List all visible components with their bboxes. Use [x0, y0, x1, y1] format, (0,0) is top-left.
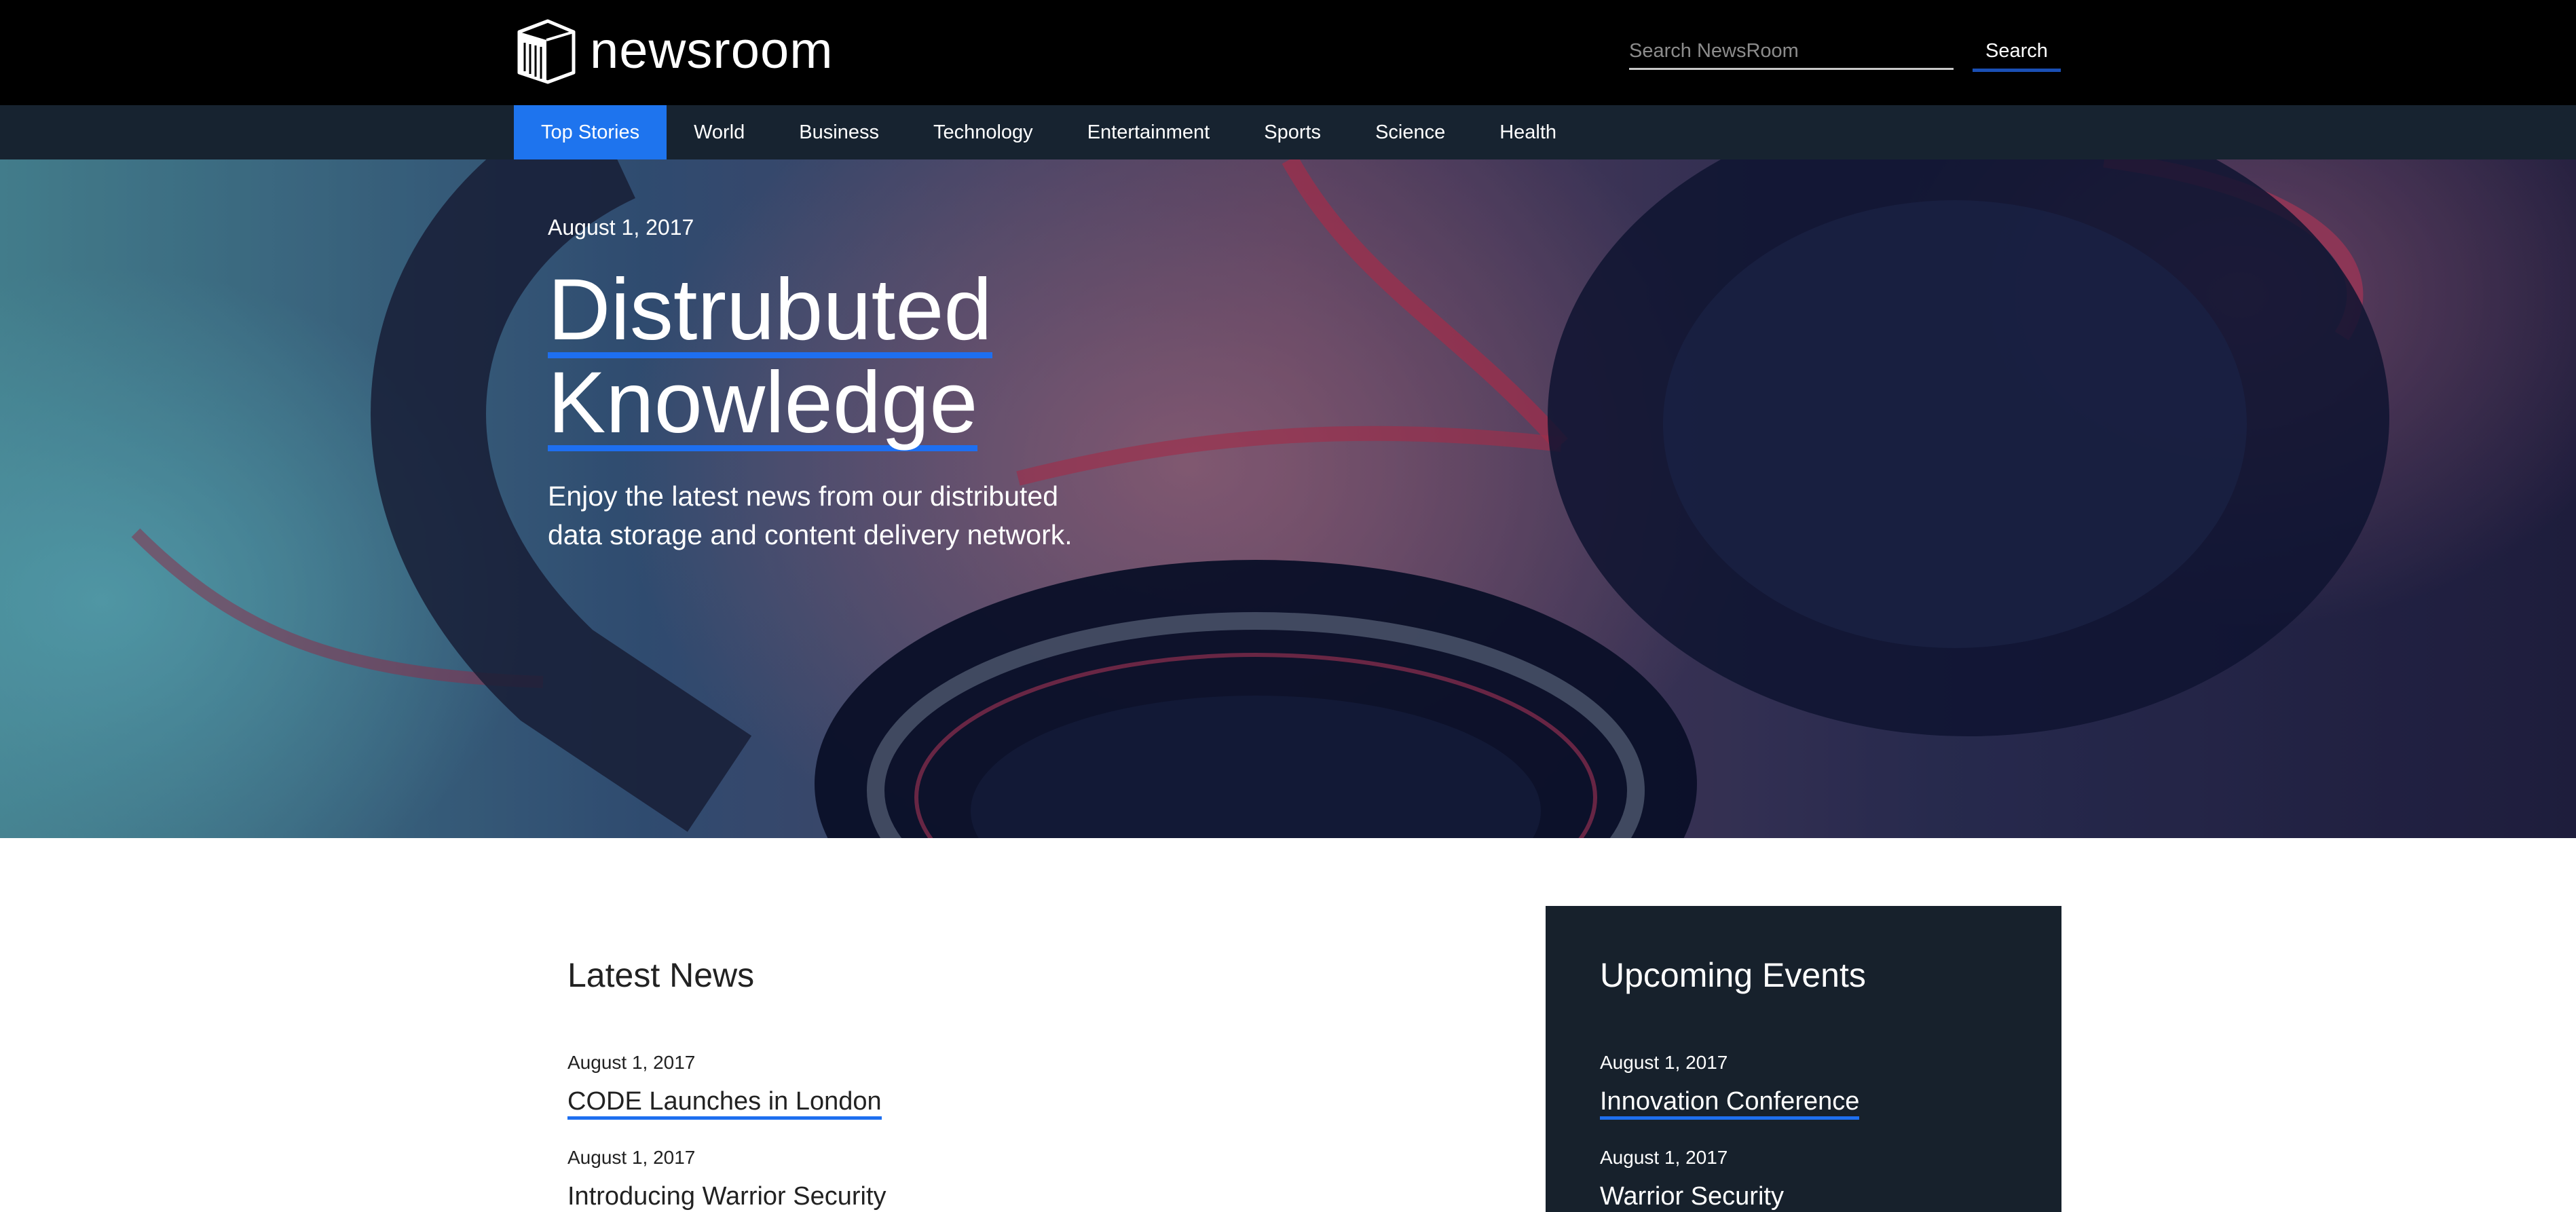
logo-icon	[512, 17, 580, 85]
nav-item-science[interactable]: Science	[1348, 105, 1472, 159]
nav-item-entertainment[interactable]: Entertainment	[1060, 105, 1237, 159]
hero-title-line-1[interactable]: Distrubuted	[548, 267, 992, 358]
main-nav: Top Stories World Business Technology En…	[0, 105, 2576, 159]
nav-item-sports[interactable]: Sports	[1237, 105, 1348, 159]
search-input[interactable]	[1629, 34, 1954, 70]
event-item-date: August 1, 2017	[1600, 1147, 1728, 1168]
nav-item-business[interactable]: Business	[772, 105, 906, 159]
logo-text: newsroom	[590, 22, 834, 79]
hero-title[interactable]: Distrubuted Knowledge	[548, 267, 992, 454]
news-item: August 1, 2017 CODE Launches in London	[567, 1053, 882, 1120]
event-item-link[interactable]: Warrior Security	[1600, 1183, 1784, 1211]
nav-item-top-stories[interactable]: Top Stories	[514, 105, 667, 159]
nav-list: Top Stories World Business Technology En…	[514, 105, 1584, 159]
nav-item-world[interactable]: World	[667, 105, 772, 159]
nav-item-technology[interactable]: Technology	[906, 105, 1060, 159]
news-item-date: August 1, 2017	[567, 1052, 696, 1073]
news-item: August 1, 2017 Introducing Warrior Secur…	[567, 1148, 886, 1211]
news-item-date: August 1, 2017	[567, 1147, 696, 1168]
hero-banner: August 1, 2017 Distrubuted Knowledge Enj…	[0, 159, 2576, 838]
news-item-link[interactable]: CODE Launches in London	[567, 1088, 882, 1120]
top-header: newsroom Search	[0, 0, 2576, 105]
hero-title-line-2[interactable]: Knowledge	[548, 360, 978, 451]
upcoming-events-title: Upcoming Events	[1600, 956, 1866, 994]
event-item-link[interactable]: Innovation Conference	[1600, 1088, 1860, 1120]
logo[interactable]: newsroom	[512, 17, 834, 85]
event-item: August 1, 2017 Warrior Security	[1600, 1148, 1784, 1211]
search-button[interactable]: Search	[1973, 34, 2061, 72]
hero-subtitle: Enjoy the latest news from our distribut…	[548, 480, 1072, 550]
upcoming-events-panel: Upcoming Events August 1, 2017 Innovatio…	[1546, 906, 2061, 1212]
latest-news-title: Latest News	[567, 956, 755, 994]
nav-item-health[interactable]: Health	[1472, 105, 1584, 159]
event-item-date: August 1, 2017	[1600, 1052, 1728, 1073]
news-item-link[interactable]: Introducing Warrior Security	[567, 1183, 886, 1211]
event-item: August 1, 2017 Innovation Conference	[1600, 1052, 1860, 1120]
hero-date: August 1, 2017	[548, 215, 694, 240]
hero-headphones-image	[0, 159, 2576, 838]
